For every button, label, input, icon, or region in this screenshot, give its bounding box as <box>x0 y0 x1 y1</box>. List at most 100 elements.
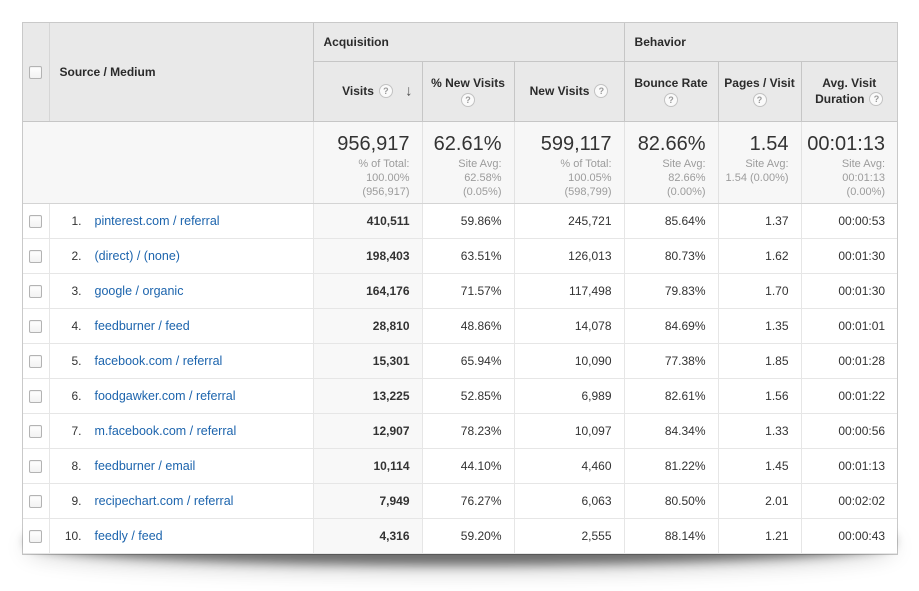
row-checkbox-cell <box>23 343 49 378</box>
summary-pct-new-visits-value: 62.61% <box>423 132 502 156</box>
help-icon[interactable]: ? <box>869 92 883 106</box>
table-row: 6. foodgawker.com / referral 13,225 52.8… <box>23 378 897 413</box>
row-checkbox-cell <box>23 518 49 553</box>
help-icon[interactable]: ? <box>753 93 767 107</box>
source-medium-link[interactable]: feedburner / feed <box>95 319 190 333</box>
pct-new-visits-cell: 44.10% <box>422 448 514 483</box>
pct-new-visits-cell: 65.94% <box>422 343 514 378</box>
summary-checkbox-spacer <box>23 121 49 203</box>
source-medium-link[interactable]: (direct) / (none) <box>95 249 180 263</box>
column-header-avg-visit-duration[interactable]: Avg. Visit Duration ? <box>801 61 897 121</box>
summary-avg-visit-duration-subtext: Site Avg: 00:01:13 (0.00%) <box>802 157 886 199</box>
visits-cell: 12,907 <box>313 413 422 448</box>
row-checkbox[interactable] <box>29 320 42 333</box>
summary-pct-new-visits-subtext: Site Avg: 62.58% (0.05%) <box>423 157 502 199</box>
bounce-rate-cell: 88.14% <box>624 518 718 553</box>
source-medium-link[interactable]: feedburner / email <box>95 459 196 473</box>
source-medium-cell: 8. feedburner / email <box>49 448 313 483</box>
visits-cell: 28,810 <box>313 308 422 343</box>
visits-cell: 7,949 <box>313 483 422 518</box>
source-medium-cell: 7. m.facebook.com / referral <box>49 413 313 448</box>
row-checkbox[interactable] <box>29 530 42 543</box>
column-header-visits[interactable]: Visits ? ↓ <box>313 61 422 121</box>
help-icon[interactable]: ? <box>461 93 475 107</box>
pages-per-visit-cell: 1.62 <box>718 238 801 273</box>
bounce-rate-cell: 84.69% <box>624 308 718 343</box>
summary-bounce-rate-subtext: Site Avg: 82.66% (0.00%) <box>625 157 706 199</box>
column-header-bounce-rate[interactable]: Bounce Rate ? <box>624 61 718 121</box>
bounce-rate-cell: 80.50% <box>624 483 718 518</box>
source-medium-link[interactable]: m.facebook.com / referral <box>95 424 237 438</box>
source-medium-link[interactable]: facebook.com / referral <box>95 354 223 368</box>
row-number: 3. <box>50 284 82 298</box>
new-visits-cell: 6,063 <box>514 483 624 518</box>
bounce-rate-cell: 84.34% <box>624 413 718 448</box>
column-header-pct-new-visits[interactable]: % New Visits ? <box>422 61 514 121</box>
row-checkbox[interactable] <box>29 285 42 298</box>
row-checkbox[interactable] <box>29 355 42 368</box>
source-medium-cell: 10. feedly / feed <box>49 518 313 553</box>
bounce-rate-cell: 80.73% <box>624 238 718 273</box>
avg-visit-duration-cell: 00:01:30 <box>801 273 897 308</box>
column-header-new-visits[interactable]: New Visits ? <box>514 61 624 121</box>
table-row: 1. pinterest.com / referral 410,511 59.8… <box>23 203 897 238</box>
row-checkbox-cell <box>23 273 49 308</box>
new-visits-cell: 14,078 <box>514 308 624 343</box>
help-icon[interactable]: ? <box>594 84 608 98</box>
table-row: 4. feedburner / feed 28,810 48.86% 14,07… <box>23 308 897 343</box>
summary-visits-subtext: % of Total: 100.00% (956,917) <box>314 157 410 199</box>
source-medium-link[interactable]: pinterest.com / referral <box>95 214 220 228</box>
row-checkbox[interactable] <box>29 460 42 473</box>
sort-descending-icon[interactable]: ↓ <box>405 83 413 100</box>
pages-per-visit-cell: 1.45 <box>718 448 801 483</box>
row-checkbox-cell <box>23 238 49 273</box>
help-icon[interactable]: ? <box>379 84 393 98</box>
source-medium-cell: 4. feedburner / feed <box>49 308 313 343</box>
summary-avg-visit-duration-value: 00:01:13 <box>802 132 886 156</box>
pages-per-visit-cell: 2.01 <box>718 483 801 518</box>
avg-visit-duration-cell: 00:00:43 <box>801 518 897 553</box>
visits-cell: 15,301 <box>313 343 422 378</box>
source-medium-cell: 9. recipechart.com / referral <box>49 483 313 518</box>
group-header-behavior: Behavior <box>624 23 897 61</box>
pages-per-visit-cell: 1.56 <box>718 378 801 413</box>
column-header-source-medium[interactable]: Source / Medium <box>49 23 313 121</box>
row-checkbox[interactable] <box>29 425 42 438</box>
summary-visits-value: 956,917 <box>314 132 410 156</box>
new-visits-cell: 10,090 <box>514 343 624 378</box>
source-medium-cell: 2. (direct) / (none) <box>49 238 313 273</box>
help-icon[interactable]: ? <box>664 93 678 107</box>
column-header-pages-per-visit[interactable]: Pages / Visit ? <box>718 61 801 121</box>
new-visits-cell: 245,721 <box>514 203 624 238</box>
new-visits-header-label: New Visits <box>530 84 590 98</box>
source-medium-link[interactable]: feedly / feed <box>95 529 163 543</box>
select-all-checkbox[interactable] <box>29 66 42 79</box>
source-medium-link[interactable]: google / organic <box>95 284 184 298</box>
new-visits-cell: 6,989 <box>514 378 624 413</box>
row-checkbox-cell <box>23 483 49 518</box>
row-checkbox[interactable] <box>29 250 42 263</box>
new-visits-cell: 117,498 <box>514 273 624 308</box>
row-checkbox[interactable] <box>29 495 42 508</box>
avg-visit-duration-header-line2: Duration <box>815 92 864 106</box>
source-medium-cell: 6. foodgawker.com / referral <box>49 378 313 413</box>
row-checkbox[interactable] <box>29 215 42 228</box>
pages-per-visit-cell: 1.33 <box>718 413 801 448</box>
row-number: 2. <box>50 249 82 263</box>
source-medium-link[interactable]: foodgawker.com / referral <box>95 389 236 403</box>
summary-pct-new-visits: 62.61% Site Avg: 62.58% (0.05%) <box>422 121 514 203</box>
summary-pages-per-visit-value: 1.54 <box>719 132 789 156</box>
source-medium-cell: 5. facebook.com / referral <box>49 343 313 378</box>
pct-new-visits-cell: 48.86% <box>422 308 514 343</box>
table-body: 956,917 % of Total: 100.00% (956,917) 62… <box>23 121 897 553</box>
avg-visit-duration-cell: 00:01:22 <box>801 378 897 413</box>
pct-new-visits-header-label: % New Visits <box>431 76 505 90</box>
table-row: 9. recipechart.com / referral 7,949 76.2… <box>23 483 897 518</box>
source-medium-link[interactable]: recipechart.com / referral <box>95 494 234 508</box>
row-checkbox[interactable] <box>29 390 42 403</box>
new-visits-cell: 2,555 <box>514 518 624 553</box>
avg-visit-duration-cell: 00:02:02 <box>801 483 897 518</box>
table-row: 8. feedburner / email 10,114 44.10% 4,46… <box>23 448 897 483</box>
bounce-rate-cell: 81.22% <box>624 448 718 483</box>
row-number: 10. <box>50 529 82 543</box>
